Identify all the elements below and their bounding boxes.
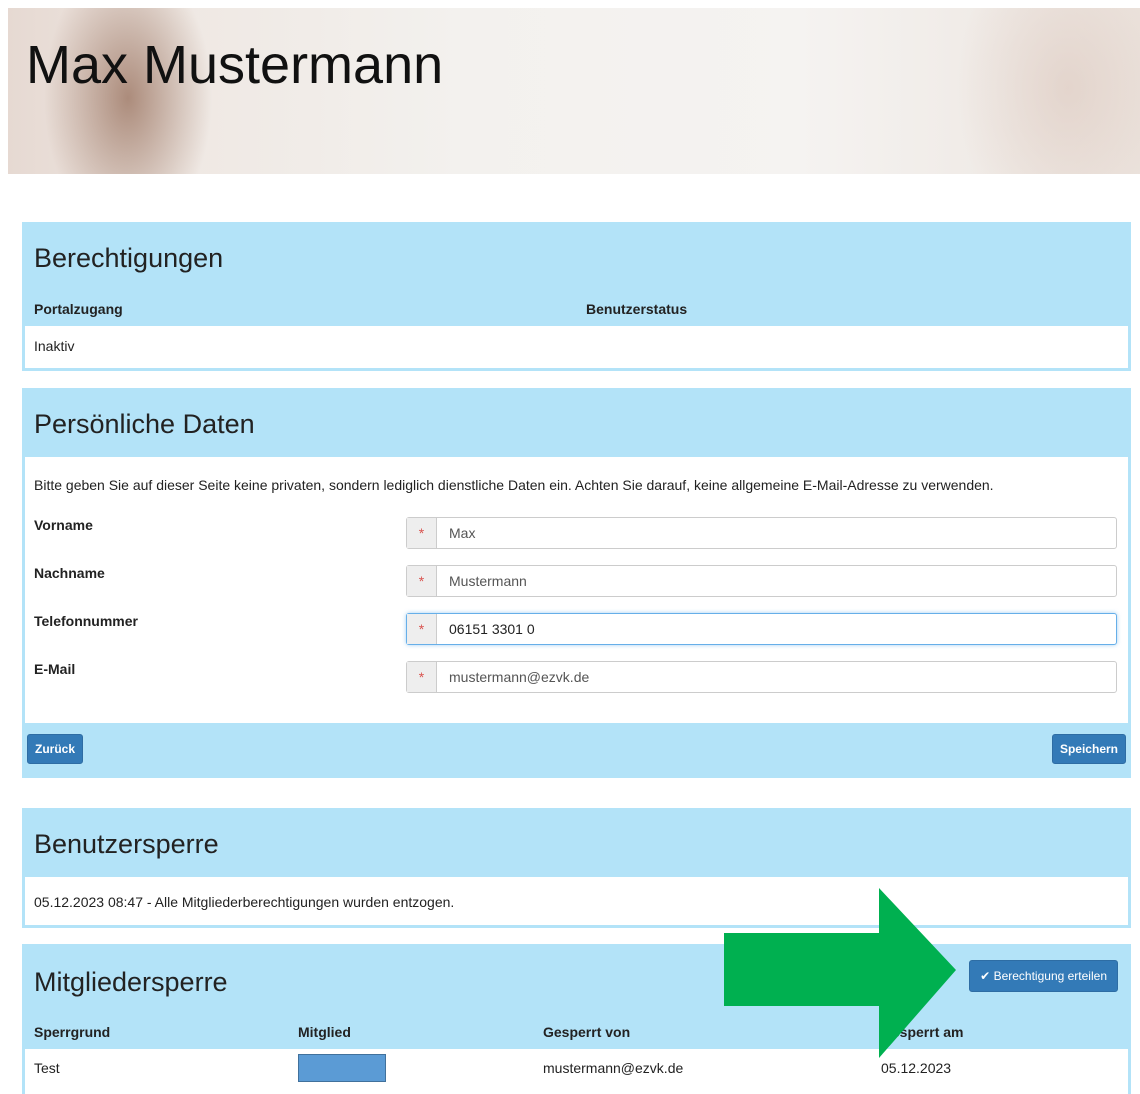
check-icon: ✔ <box>980 969 991 983</box>
form-row-nachname: Nachname * <box>25 565 1128 613</box>
required-marker: * <box>407 614 437 644</box>
field-label: Nachname <box>34 565 105 581</box>
form-row-telefon: Telefonnummer * <box>25 613 1128 661</box>
permissions-table: Portalzugang Benutzerstatus Inaktiv <box>25 291 1128 365</box>
telefon-field: * <box>406 613 1117 645</box>
required-marker: * <box>407 518 437 548</box>
table-cell: Inaktiv <box>25 326 577 365</box>
grant-permission-label: Berechtigung erteilen <box>993 969 1107 983</box>
panel-header: Mitgliedersperre ✔ Berechtigung erteilen <box>25 947 1128 1014</box>
member-lock-table: Sperrgrund Mitglied Gesperrt von Gesperr… <box>25 1014 1128 1087</box>
nachname-input[interactable] <box>437 566 1116 596</box>
column-header: Portalzugang <box>25 291 577 326</box>
vorname-field: * <box>406 517 1117 549</box>
form-footer: Zurück Speichern <box>25 723 1128 775</box>
page-title: Max Mustermann <box>26 35 444 95</box>
section-title: Mitgliedersperre <box>34 967 228 997</box>
column-header: Mitglied <box>289 1014 534 1049</box>
column-header: Sperrgrund <box>25 1014 289 1049</box>
email-field: * <box>406 661 1117 693</box>
table-row: Test mustermann@ezvk.de 05.12.2023 <box>25 1049 1128 1087</box>
required-marker: * <box>407 662 437 692</box>
panel-header: Berechtigungen <box>25 225 1128 291</box>
field-label: E-Mail <box>34 661 76 677</box>
section-title: Benutzersperre <box>34 829 219 859</box>
email-input[interactable] <box>437 662 1116 692</box>
column-header: Benutzerstatus <box>577 291 1128 326</box>
telefon-input[interactable] <box>437 614 1116 644</box>
form-row-email: E-Mail * <box>25 661 1128 709</box>
info-text: Bitte geben Sie auf dieser Seite keine p… <box>34 477 994 493</box>
redacted-member <box>298 1054 386 1082</box>
field-label: Telefonnummer <box>34 613 138 629</box>
table-row: Inaktiv <box>25 326 1128 365</box>
panel-header: Persönliche Daten <box>25 391 1128 457</box>
section-title: Persönliche Daten <box>34 409 255 439</box>
section-title: Berechtigungen <box>34 243 224 273</box>
required-marker: * <box>407 566 437 596</box>
form-row-vorname: Vorname * <box>25 517 1128 565</box>
panel-mitgliedersperre: Mitgliedersperre ✔ Berechtigung erteilen… <box>22 944 1131 1094</box>
table-cell <box>577 326 1128 365</box>
lock-message: 05.12.2023 08:47 - Alle Mitgliederberech… <box>34 894 455 910</box>
table-cell: Test <box>25 1049 289 1087</box>
nachname-field: * <box>406 565 1117 597</box>
panel-header: Benutzersperre <box>25 811 1128 877</box>
panel-benutzersperre: Benutzersperre 05.12.2023 08:47 - Alle M… <box>22 808 1131 928</box>
save-button[interactable]: Speichern <box>1051 734 1126 764</box>
grant-permission-button[interactable]: ✔ Berechtigung erteilen <box>969 960 1118 992</box>
table-cell <box>289 1049 534 1087</box>
panel-berechtigungen: Berechtigungen Portalzugang Benutzerstat… <box>22 222 1131 371</box>
field-label: Vorname <box>34 517 93 533</box>
panel-persoenliche-daten: Persönliche Daten Bitte geben Sie auf di… <box>22 388 1131 778</box>
header-banner: Max Mustermann <box>8 8 1140 174</box>
annotation-arrow-icon <box>724 888 956 1058</box>
vorname-input[interactable] <box>437 518 1116 548</box>
back-button[interactable]: Zurück <box>27 734 84 764</box>
